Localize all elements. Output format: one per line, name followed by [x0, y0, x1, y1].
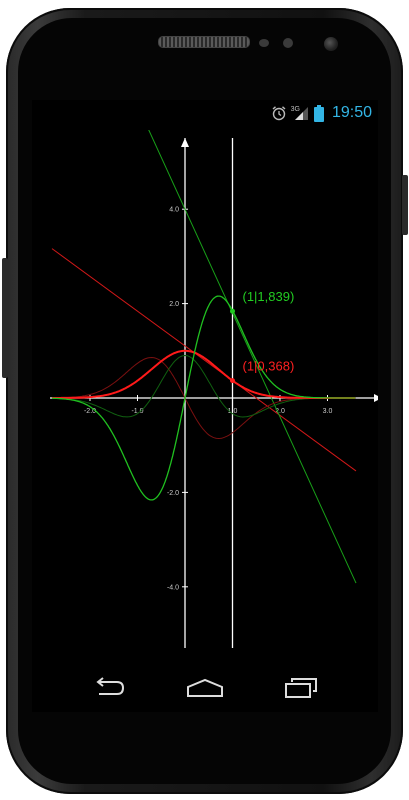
- series-point: [230, 308, 235, 314]
- status-icons: 3G 19:50: [271, 104, 372, 122]
- y-tick-label: 4.0: [169, 207, 179, 214]
- tangent-line: [148, 130, 357, 584]
- auxiliary-curve: [51, 354, 356, 418]
- series-line: [52, 349, 356, 399]
- y-tick-label: 2.0: [169, 301, 179, 308]
- signal-icon: [294, 107, 308, 120]
- point-label: (1|0,368): [243, 359, 295, 374]
- earpiece-speaker: [158, 36, 250, 48]
- x-axis-arrow: [374, 394, 378, 402]
- light-sensor: [283, 38, 293, 48]
- point-label: (1|1,839): [243, 289, 295, 304]
- recents-button[interactable]: [276, 673, 326, 703]
- home-icon: [187, 678, 223, 697]
- status-bar: 3G 19:50: [32, 100, 378, 130]
- y-tick-label: -4.0: [167, 584, 179, 591]
- power-button: [402, 175, 408, 235]
- proximity-sensor: [259, 39, 269, 47]
- battery-icon: [313, 104, 324, 122]
- back-button[interactable]: [84, 673, 134, 703]
- volume-button: [2, 258, 8, 378]
- series-point: [230, 378, 235, 384]
- y-tick-label: -2.0: [167, 490, 179, 497]
- recents-icon: [285, 678, 317, 698]
- front-camera: [324, 37, 338, 51]
- alarm-icon: [272, 106, 286, 121]
- navigation-bar: [32, 665, 378, 712]
- back-icon: [96, 677, 125, 695]
- y-axis-arrow: [181, 138, 189, 147]
- function-plot[interactable]: -2.0-1.01.02.03.04.02.0-2.0-4.0(1|0,368)…: [32, 130, 378, 658]
- x-tick-label: 3.0: [323, 408, 333, 415]
- status-clock: 19:50: [331, 104, 372, 121]
- home-button[interactable]: [180, 673, 230, 703]
- tangent-line: [51, 248, 357, 472]
- screen: 3G 19:50 -2.0-1.01.02.03.04.02.0-2.0-4.0…: [32, 100, 378, 712]
